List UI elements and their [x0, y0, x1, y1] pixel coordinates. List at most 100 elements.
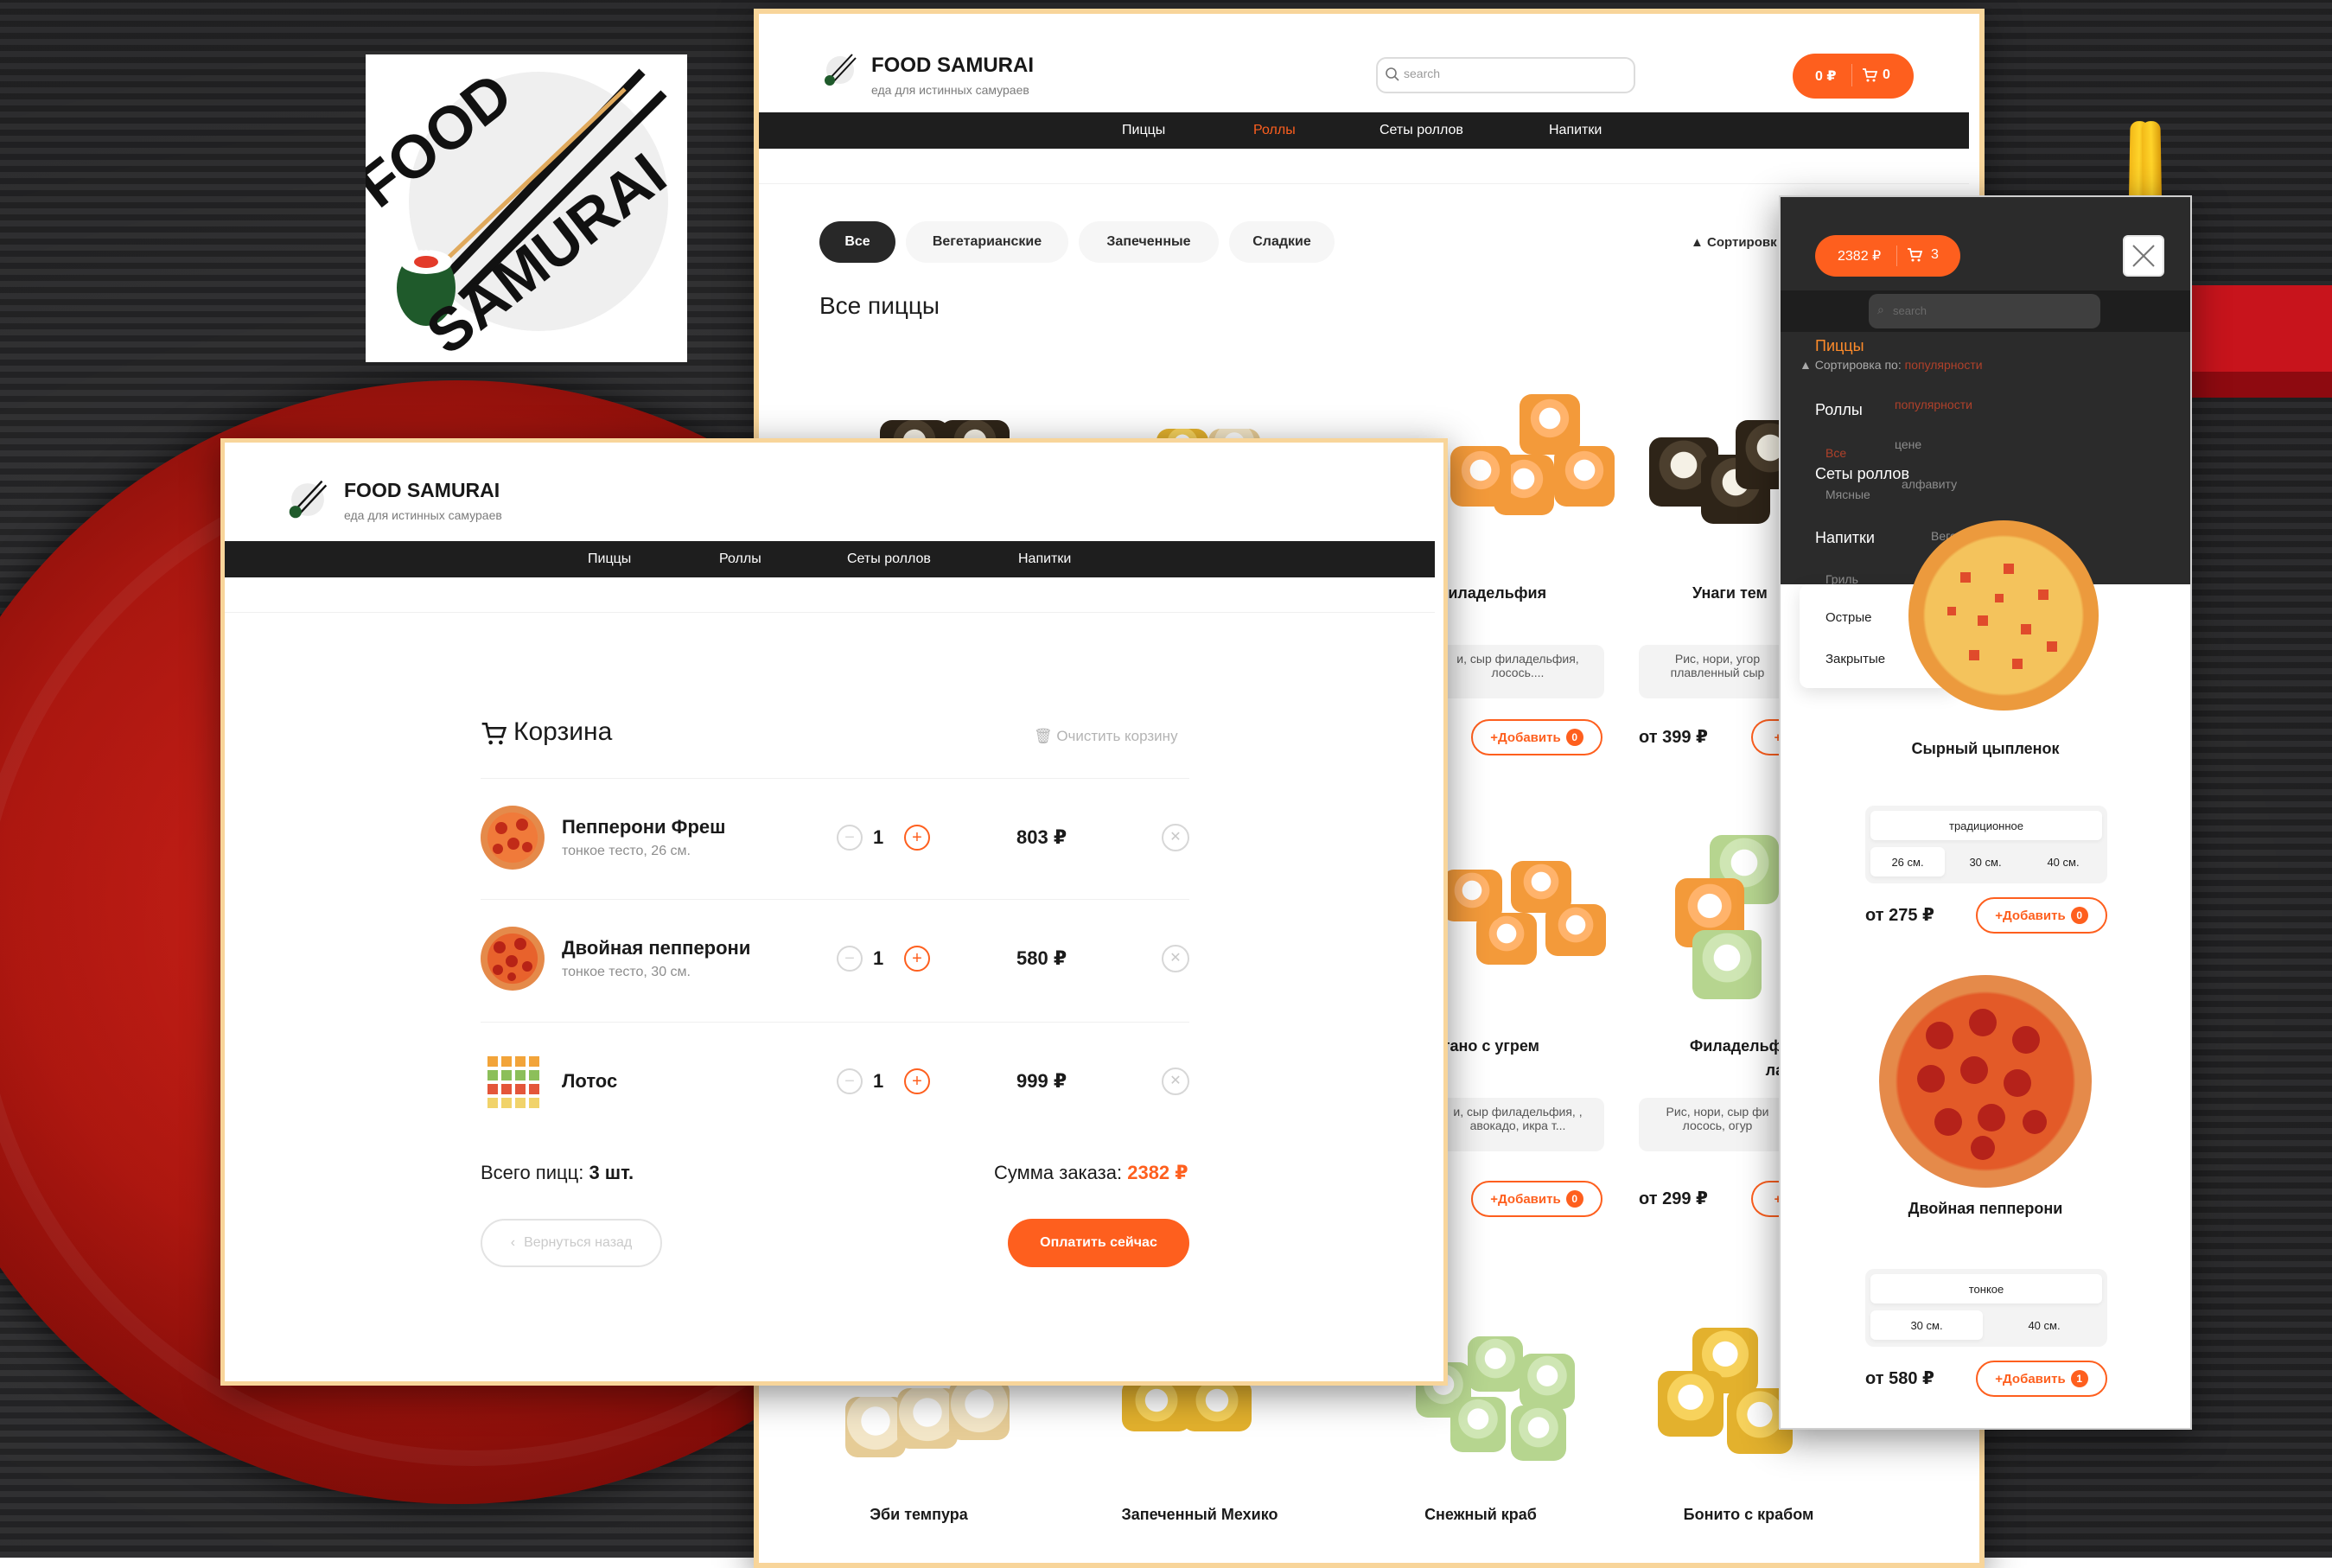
size-option[interactable]: 30 см.	[1948, 847, 2023, 876]
mobile-nav-roll-sets[interactable]: Сеты роллов	[1815, 465, 1909, 483]
item-count-badge: 0	[1565, 1190, 1583, 1208]
nav-pizzas[interactable]: Пиццы	[1122, 123, 1165, 138]
sort-option[interactable]: популярности	[1895, 398, 1972, 411]
nav-drinks[interactable]: Напитки	[1549, 123, 1602, 138]
back-button[interactable]: ‹ Вернуться назад	[481, 1219, 662, 1267]
sort-arrow-icon: ▲	[1691, 235, 1708, 250]
dough-option[interactable]: тонкое	[1870, 1274, 2102, 1303]
brand-tagline: еда для истинных самураев	[871, 83, 1029, 97]
cart-icon	[1863, 68, 1877, 82]
dough-option[interactable]: традиционное	[1870, 811, 2102, 840]
product-options: традиционное 26 см. 30 см. 40 см.	[1865, 806, 2107, 883]
samurai-logo-icon	[289, 480, 328, 519]
cart-item-image	[481, 927, 545, 991]
main-navbar: Пиццы Роллы Сеты роллов Напитки	[759, 112, 1969, 149]
sort-arrow-icon: ▲	[1800, 358, 1815, 372]
search-placeholder: search	[1404, 67, 1441, 80]
cart-item-price: 580 ₽	[1016, 947, 1067, 969]
add-label: Добавить	[1498, 1191, 1561, 1207]
product-name: Снежный краб	[1424, 1506, 1537, 1523]
logo-panel: FOOD SAMURAI	[366, 54, 687, 362]
decrease-qty-button[interactable]: −	[837, 1068, 863, 1094]
item-count-badge: 0	[1565, 729, 1583, 746]
clear-cart-button[interactable]: 🗑 Очистить корзину	[1034, 728, 1178, 745]
sort-control[interactable]: ▲ Сортировк	[1691, 235, 1777, 250]
add-to-cart-button[interactable]: + Добавить 0	[1471, 719, 1602, 755]
cart-item-price: 999 ₽	[1016, 1070, 1067, 1092]
brand-name: FOOD SAMURAI	[871, 54, 1034, 77]
size-option[interactable]: 26 см.	[1870, 847, 1945, 876]
increase-qty-button[interactable]: +	[904, 825, 930, 851]
plus-icon: +	[1490, 1191, 1499, 1207]
product-description: Рис, нори, угор плавленный сыр	[1639, 645, 1796, 698]
nav-roll-sets[interactable]: Сеты роллов	[1379, 123, 1463, 138]
plus-icon: +	[1490, 730, 1499, 745]
product-name: Филадельфия	[1435, 584, 1547, 602]
mobile-nav-drinks[interactable]: Напитки	[1815, 529, 1875, 547]
add-to-cart-button[interactable]: + Добавить 1	[1976, 1361, 2107, 1397]
nav-rolls[interactable]: Роллы	[1253, 123, 1296, 138]
mobile-nav-rolls[interactable]: Роллы	[1815, 401, 1863, 419]
size-option[interactable]: 40 см.	[2026, 847, 2100, 876]
mobile-nav-pizzas[interactable]: Пиццы	[1815, 337, 1864, 355]
mobile-cart-button[interactable]: 2382 ₽ 3	[1815, 235, 1960, 277]
decrease-qty-button[interactable]: −	[837, 825, 863, 851]
category-option[interactable]: Закрытые	[1825, 652, 1885, 666]
samurai-logo-icon	[825, 54, 857, 86]
size-option[interactable]: 30 см.	[1870, 1310, 1983, 1340]
category-baked[interactable]: Запеченные	[1079, 221, 1219, 263]
product-image	[1879, 975, 2092, 1188]
product-price: от 299 ₽	[1639, 1189, 1708, 1208]
product-name: Бонито с крабом	[1683, 1506, 1814, 1523]
category-option[interactable]: Острые	[1825, 610, 1872, 625]
cart-icon	[1908, 248, 1922, 262]
sort-option[interactable]: цене	[1895, 437, 1921, 451]
nav-pizzas[interactable]: Пиццы	[588, 551, 631, 567]
category-vegetarian[interactable]: Вегетарианские	[906, 221, 1068, 263]
product-options: тонкое 30 см. 40 см.	[1865, 1269, 2107, 1347]
pepperoni-pizza-icon	[493, 819, 532, 854]
search-input[interactable]: search	[1376, 57, 1635, 93]
increase-qty-button[interactable]: +	[904, 1068, 930, 1094]
mobile-search-placeholder: search	[1893, 304, 1927, 317]
remove-item-button[interactable]: ✕	[1162, 945, 1189, 972]
size-option[interactable]: 40 см.	[1988, 1310, 2100, 1340]
cart-divider	[1896, 245, 1897, 266]
mobile-search-input[interactable]: ⌕ search	[1869, 294, 2100, 328]
sort-label: Сортировка по:	[1814, 358, 1902, 372]
add-label: Добавить	[1498, 730, 1561, 745]
nav-roll-sets[interactable]: Сеты роллов	[847, 551, 931, 567]
pay-now-button[interactable]: Оплатить сейчас	[1008, 1219, 1189, 1267]
header-cart-button[interactable]: 0 ₽ 0	[1793, 54, 1914, 99]
category-sweet[interactable]: Сладкие	[1229, 221, 1335, 263]
close-icon: ✕	[1169, 951, 1182, 966]
nav-drinks[interactable]: Напитки	[1018, 551, 1071, 567]
product-name: Эби темпура	[870, 1506, 968, 1523]
cart-item-details: тонкое тесто, 26 см.	[562, 844, 691, 858]
cart-item-qty: 1	[873, 947, 884, 969]
logo-illustration: FOOD SAMURAI	[366, 60, 679, 362]
sort-option[interactable]: алфавиту	[1902, 477, 1957, 491]
product-image	[1908, 520, 2099, 711]
cheese-chicken-pizza-icon	[1947, 564, 2057, 669]
mobile-cart-count: 3	[1931, 247, 1939, 262]
sort-label: Сортировк	[1707, 235, 1777, 250]
cart-icon	[481, 723, 507, 745]
category-ghost[interactable]: Мясные	[1825, 488, 1870, 501]
remove-item-button[interactable]: ✕	[1162, 1068, 1189, 1095]
header-divider	[225, 612, 1435, 613]
cart-item-name: Двойная пепперони	[562, 937, 751, 959]
remove-item-button[interactable]: ✕	[1162, 824, 1189, 851]
close-icon: ✕	[1169, 830, 1182, 845]
add-to-cart-button[interactable]: + Добавить 0	[1976, 897, 2107, 934]
nav-rolls[interactable]: Роллы	[719, 551, 761, 567]
plus-icon: +	[1995, 908, 2004, 923]
add-to-cart-button[interactable]: + Добавить 0	[1471, 1181, 1602, 1217]
close-menu-button[interactable]	[2123, 235, 2164, 277]
product-price: от 580 ₽	[1865, 1369, 1934, 1388]
decrease-qty-button[interactable]: −	[837, 946, 863, 972]
product-name: Сырный цыпленок	[1911, 740, 2060, 757]
category-all[interactable]: Все	[819, 221, 895, 263]
increase-qty-button[interactable]: +	[904, 946, 930, 972]
category-ghost[interactable]: Все	[1825, 446, 1846, 460]
